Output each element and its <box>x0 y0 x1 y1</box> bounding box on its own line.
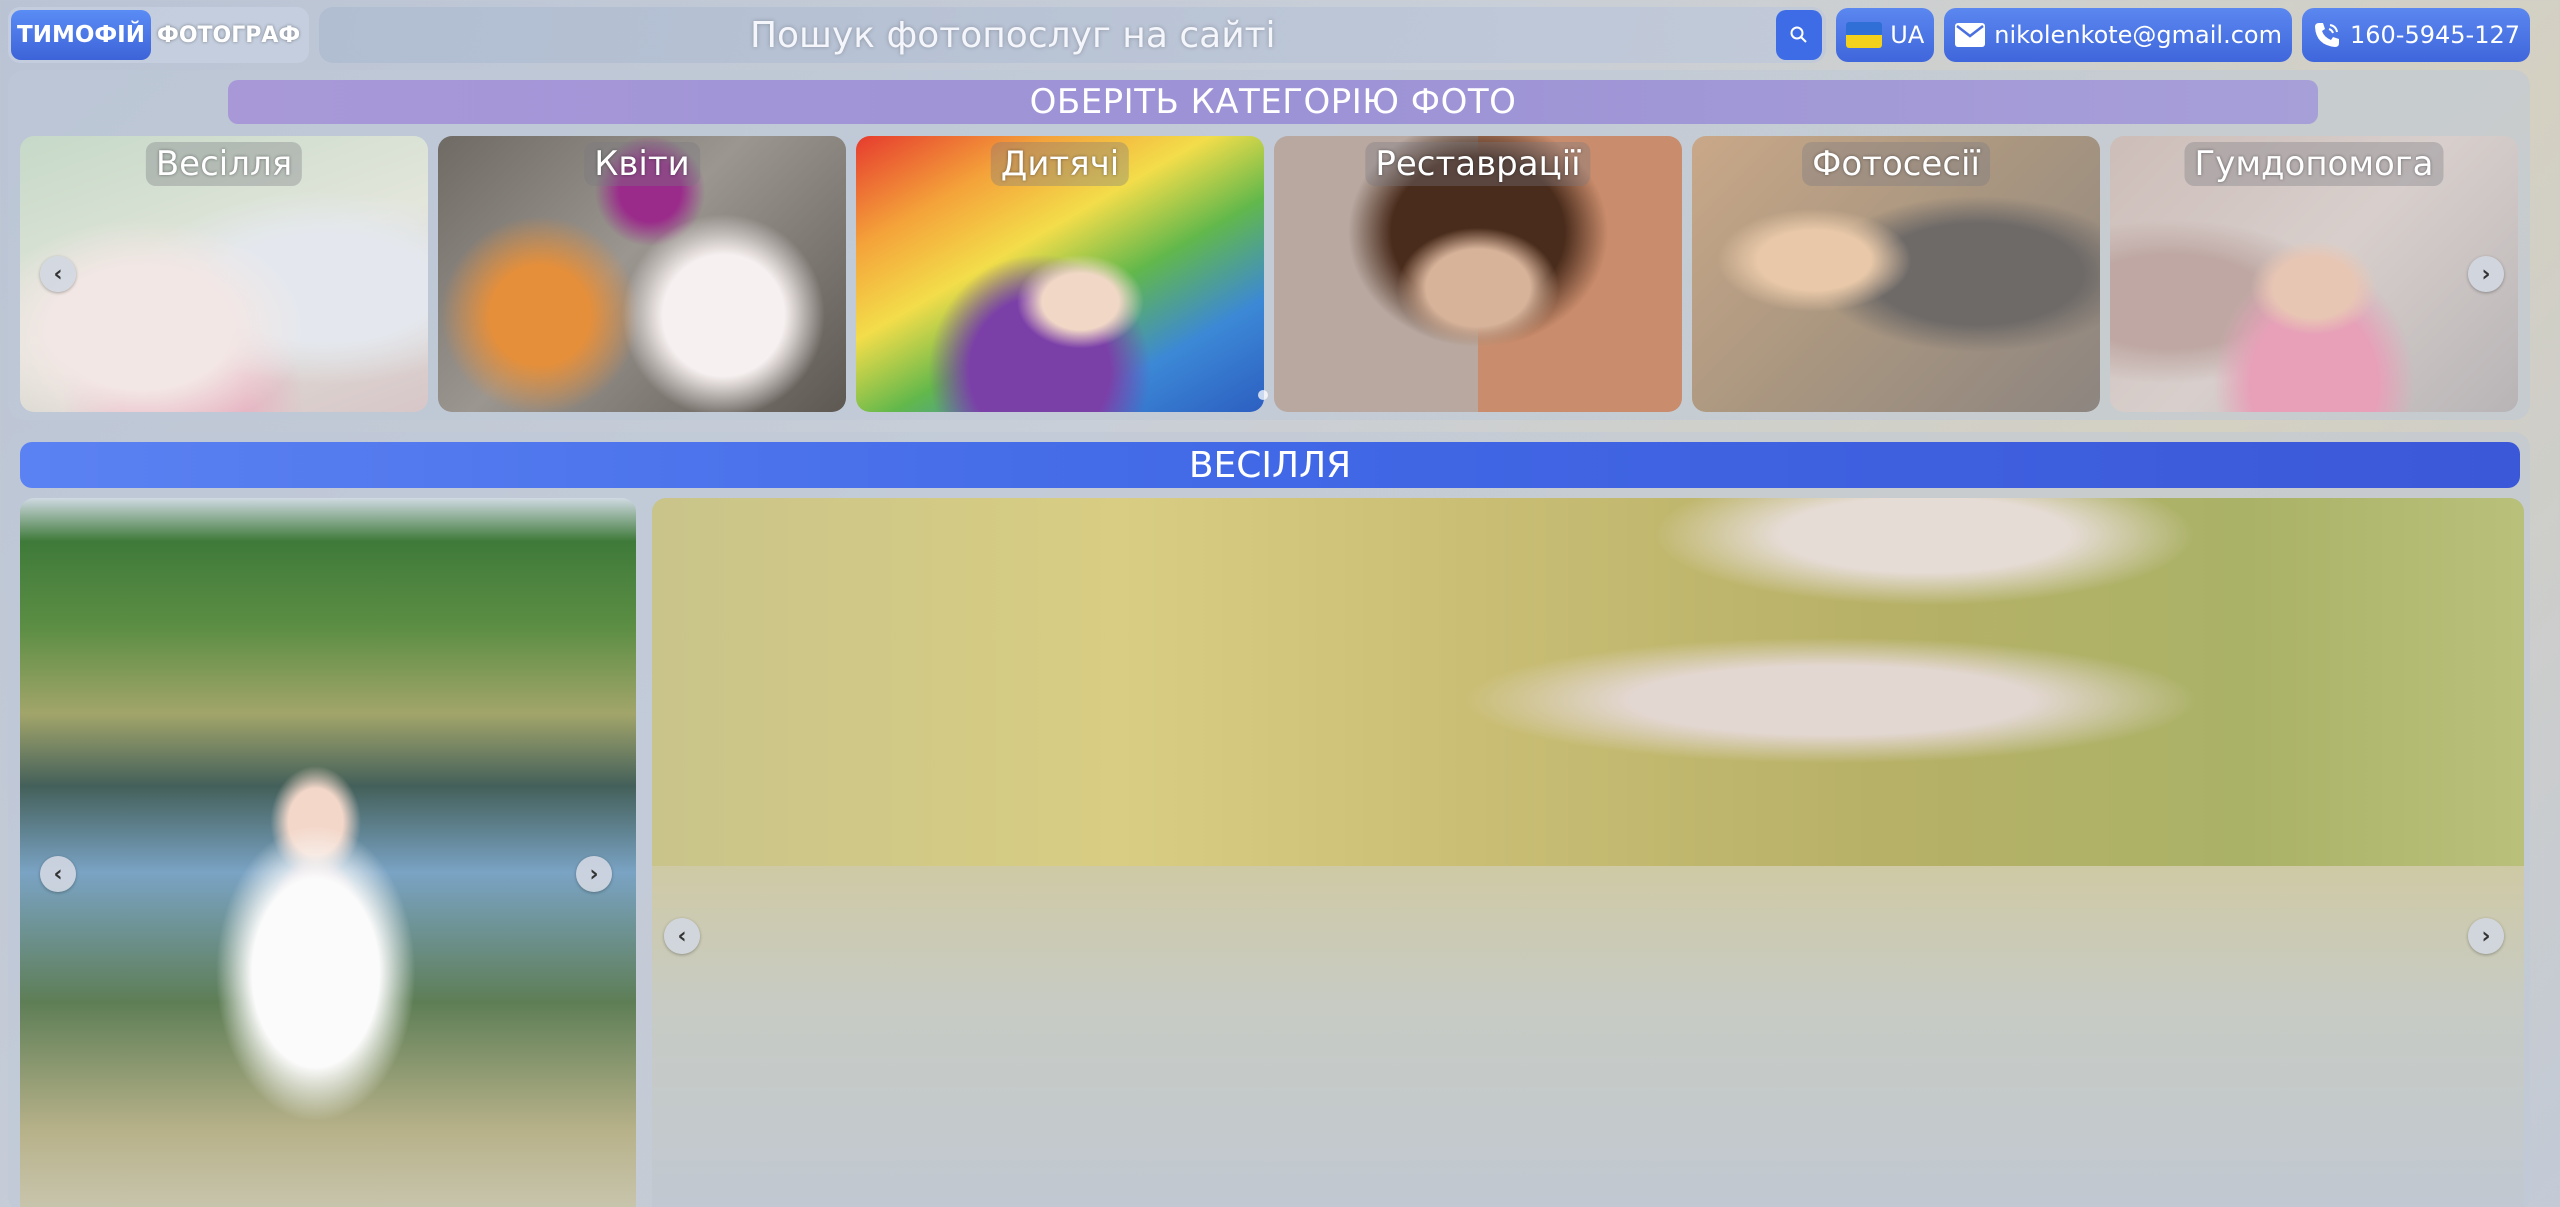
search-input[interactable]: Пошук фотопослуг на сайті <box>750 15 1276 56</box>
chevron-left-icon: ‹ <box>53 261 63 287</box>
brand-secondary: ФОТОГРАФ <box>157 22 301 48</box>
brand-primary: ТИМОФІЙ <box>11 10 151 60</box>
ua-flag-icon <box>1846 22 1883 48</box>
wedding-photo-portrait <box>20 498 636 1207</box>
top-bar: ТИМОФІЙ ФОТОГРАФ Пошук фотопослуг на сай… <box>8 6 2530 64</box>
search-button[interactable] <box>1776 10 1823 60</box>
category-tile-photosessions[interactable]: Фотосесії <box>1692 136 2100 412</box>
carousel-next-button[interactable]: › <box>2468 256 2504 292</box>
category-label: Фотосесії <box>1802 142 1990 186</box>
wedding-section: ВЕСІЛЛЯ ‹ › ‹ › <box>8 432 2530 1207</box>
search-icon <box>1790 26 1808 43</box>
category-tile-kids[interactable]: Дитячі <box>856 136 1264 412</box>
category-label: Весілля <box>145 142 303 186</box>
carousel-indicator-dot[interactable] <box>1258 390 1268 400</box>
section-title: ВЕСІЛЛЯ <box>20 442 2520 488</box>
category-label: Реставрації <box>1365 142 1591 186</box>
carousel-prev-button[interactable]: ‹ <box>40 256 76 292</box>
email-link[interactable]: nikolenkote@gmail.com <box>1944 8 2292 62</box>
category-tile-wedding[interactable]: Весілля <box>20 136 428 412</box>
mail-icon <box>1955 23 1986 47</box>
category-tile-restoration[interactable]: Реставрації <box>1274 136 1682 412</box>
category-label: Дитячі <box>990 142 1130 186</box>
category-label: Квіти <box>584 142 700 186</box>
phone-text: 160-5945-127 <box>2349 21 2520 49</box>
gallery-right-next-button[interactable]: › <box>2468 918 2504 954</box>
language-switcher[interactable]: UA <box>1836 8 1935 62</box>
category-tile-humanitarian[interactable]: Гумдопомога <box>2110 136 2518 412</box>
chevron-right-icon: › <box>2481 923 2491 949</box>
phone-link[interactable]: 160-5945-127 <box>2301 8 2530 62</box>
gallery-left-prev-button[interactable]: ‹ <box>40 856 76 892</box>
email-text: nikolenkote@gmail.com <box>1994 21 2282 49</box>
category-carousel: Весілля Квіти Дитячі Реставрації Фотосес… <box>20 136 2518 412</box>
wedding-photo-hand <box>652 498 2524 866</box>
chevron-left-icon: ‹ <box>53 861 63 887</box>
brand-logo[interactable]: ТИМОФІЙ ФОТОГРАФ <box>8 7 310 63</box>
search-bar[interactable]: Пошук фотопослуг на сайті <box>319 7 1827 63</box>
gallery-right-prev-button[interactable]: ‹ <box>664 918 700 954</box>
category-tile-flowers[interactable]: Квіти <box>438 136 846 412</box>
category-label: Гумдопомога <box>2184 142 2444 186</box>
phone-icon <box>2314 23 2339 47</box>
category-panel: ОБЕРІТЬ КАТЕГОРІЮ ФОТО Весілля Квіти Дит… <box>8 70 2530 420</box>
chevron-left-icon: ‹ <box>677 923 687 949</box>
wedding-photo-placeholder <box>652 866 2524 1207</box>
chevron-right-icon: › <box>589 861 599 887</box>
chevron-right-icon: › <box>2481 261 2491 287</box>
gallery-left-next-button[interactable]: › <box>576 856 612 892</box>
category-title: ОБЕРІТЬ КАТЕГОРІЮ ФОТО <box>228 80 2318 124</box>
language-label: UA <box>1890 21 1925 49</box>
